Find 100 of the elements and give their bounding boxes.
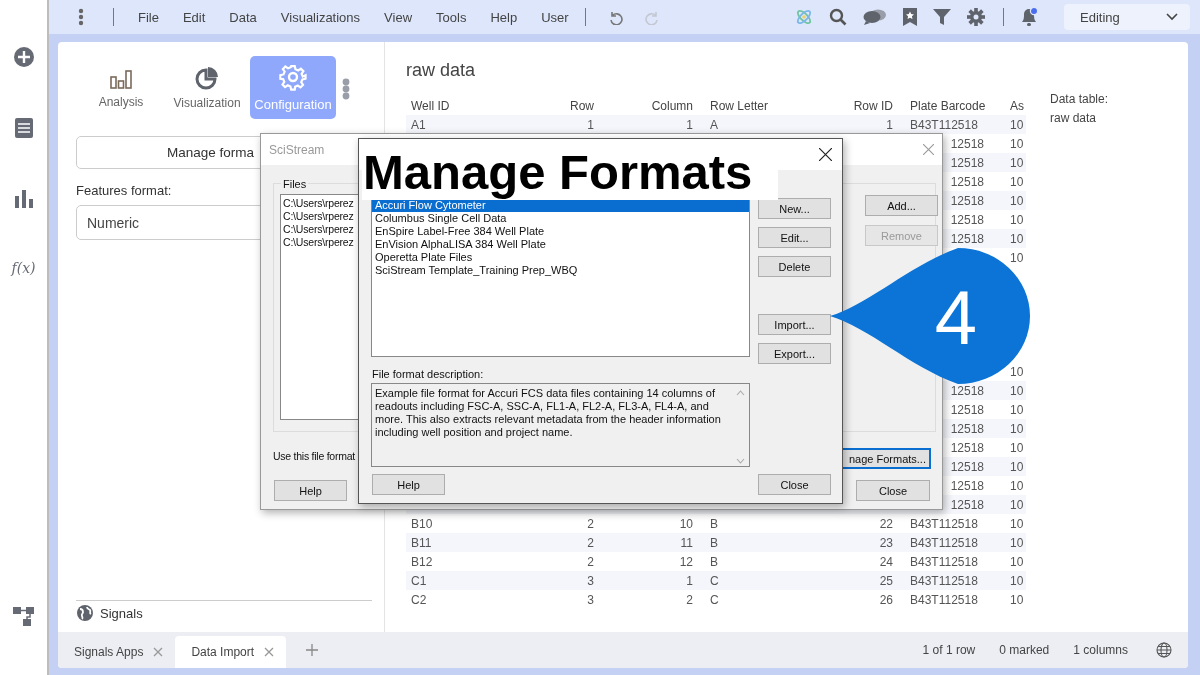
field-label: File format description: bbox=[372, 368, 484, 380]
table-cell: 11 bbox=[680, 535, 693, 550]
undo-icon[interactable] bbox=[607, 9, 624, 25]
help-button[interactable]: Help bbox=[372, 474, 445, 495]
format-item[interactable]: EnVision AlphaLISA 384 Well Plate bbox=[372, 238, 749, 251]
formats-list[interactable]: Accuri Flow Cytometer Columbus Single Cell Data EnSpire Label-Free 384 Well Plate EnVision AlphaLISA 384 Well Plate Operetta Plate Files SciStream Template_Training Prep_WBQ bbox=[371, 198, 750, 357]
table-cell: 12518 bbox=[950, 402, 984, 417]
menu-item[interactable]: User bbox=[541, 9, 569, 25]
document-tab[interactable]: Data Import bbox=[175, 636, 287, 668]
table-cell: 12518 bbox=[950, 193, 984, 208]
table-cell: 12518 bbox=[950, 136, 984, 151]
globe-icon[interactable] bbox=[76, 604, 94, 622]
table-cell: 12518 bbox=[950, 383, 984, 398]
status-text: 1 columns bbox=[1073, 643, 1128, 657]
column-header[interactable]: As bbox=[1010, 98, 1026, 113]
close-button[interactable]: Close bbox=[758, 474, 831, 495]
more-icon[interactable] bbox=[78, 8, 84, 26]
globe-icon[interactable] bbox=[1156, 642, 1172, 658]
format-item[interactable]: SciStream Template_Training Prep_WBQ bbox=[372, 264, 749, 277]
menu-item[interactable]: File bbox=[138, 9, 159, 25]
menu-item[interactable]: Tools bbox=[436, 9, 467, 25]
info-label: Data table: bbox=[1050, 92, 1109, 106]
column-header[interactable]: Column bbox=[594, 98, 693, 113]
table-cell: C1 bbox=[411, 573, 427, 588]
description-box[interactable]: Example file format for Accuri FCS data files containing 14 columns of readouts including FSC-A, SSC-A, FL1-A, FL2-A, FL3-A, FL4-A, and more. This also extracts relevant metadata from the header information including well position and project name. bbox=[371, 383, 750, 467]
format-item[interactable]: EnSpire Label-Free 384 Well Plate bbox=[372, 225, 749, 238]
table-cell: 10 bbox=[1010, 478, 1024, 493]
table-cell: B bbox=[710, 516, 718, 531]
info-value: raw data bbox=[1050, 111, 1098, 125]
chevron-down-icon[interactable] bbox=[1166, 13, 1178, 21]
mode-dropdown[interactable]: Editing bbox=[1064, 4, 1190, 30]
settings-icon[interactable] bbox=[967, 8, 985, 26]
table-cell: 10 bbox=[1010, 212, 1024, 227]
table-cell: B11 bbox=[411, 535, 432, 550]
table-cell: 26 bbox=[879, 592, 893, 607]
dialog-button[interactable]: Edit... bbox=[758, 227, 831, 248]
document-tab[interactable]: Signals Apps bbox=[58, 636, 176, 668]
column-header[interactable]: Row ID bbox=[833, 98, 893, 113]
format-item[interactable]: Columbus Single Cell Data bbox=[372, 212, 749, 225]
format-item[interactable]: Operetta Plate Files bbox=[372, 251, 749, 264]
help-button[interactable]: Help bbox=[274, 480, 347, 501]
table-cell: 12518 bbox=[950, 421, 984, 436]
list-icon[interactable] bbox=[14, 118, 33, 138]
table-cell: B43T112518 bbox=[910, 592, 978, 607]
table-cell: 10 bbox=[1010, 383, 1024, 398]
chat-icon[interactable] bbox=[863, 9, 887, 25]
menu-item[interactable]: View bbox=[384, 9, 413, 25]
notification-icon[interactable] bbox=[1020, 7, 1038, 27]
table-cell: B43T112518 bbox=[910, 573, 978, 588]
table-cell: 10 bbox=[1010, 440, 1024, 455]
table-cell: B43T112518 bbox=[910, 535, 978, 550]
table-cell: B bbox=[710, 554, 718, 569]
table-cell: 12 bbox=[679, 554, 693, 569]
table-cell: 12518 bbox=[950, 174, 984, 189]
table-cell: 10 bbox=[1010, 402, 1024, 417]
status-text: 1 of 1 row bbox=[922, 643, 976, 657]
table-cell: 10 bbox=[1010, 136, 1024, 151]
dialog-button[interactable]: Export... bbox=[758, 343, 831, 364]
close-icon[interactable] bbox=[819, 148, 832, 161]
table-cell: 25 bbox=[879, 573, 893, 588]
table-cell: 10 bbox=[1010, 592, 1024, 607]
table-cell: 10 bbox=[1010, 193, 1024, 208]
table-cell: B12 bbox=[411, 554, 433, 569]
menu-item[interactable]: Data bbox=[229, 9, 257, 25]
more-icon[interactable] bbox=[342, 78, 350, 100]
dialog-button[interactable]: Delete bbox=[758, 256, 831, 277]
filter-icon[interactable] bbox=[933, 8, 951, 26]
table-cell: 23 bbox=[879, 535, 893, 550]
column-header[interactable]: Plate Barcode bbox=[893, 98, 1010, 113]
formula-icon[interactable]: f(x) bbox=[11, 260, 36, 276]
panel-tab[interactable]: Analysis bbox=[78, 56, 164, 119]
dialog-button[interactable]: New... bbox=[758, 198, 831, 219]
table-cell: 1 bbox=[686, 117, 693, 132]
add-icon[interactable] bbox=[12, 46, 35, 68]
column-header[interactable]: Row bbox=[559, 98, 594, 113]
dialog-button[interactable]: Import... bbox=[758, 314, 831, 335]
table-cell: 10 bbox=[1010, 421, 1024, 436]
add-tab-icon[interactable] bbox=[306, 644, 319, 656]
table-cell: 10 bbox=[1010, 535, 1024, 550]
dialog-button[interactable]: Add... bbox=[865, 195, 938, 216]
panel-tab[interactable]: Visualization bbox=[164, 56, 250, 119]
menu-item[interactable]: Visualizations bbox=[280, 9, 361, 25]
table-cell: 10 bbox=[1010, 155, 1024, 170]
table-cell: 1 bbox=[886, 117, 893, 132]
field-label: Features format: bbox=[76, 183, 172, 198]
bookmark-icon[interactable] bbox=[903, 8, 917, 26]
table-cell: 12518 bbox=[950, 155, 984, 170]
menu-item[interactable]: Edit bbox=[182, 9, 206, 25]
signals-link[interactable]: Signals bbox=[100, 605, 143, 621]
table-cell: 12518 bbox=[950, 440, 984, 455]
search-icon[interactable] bbox=[829, 8, 847, 26]
column-header[interactable]: Well ID bbox=[406, 98, 559, 113]
scrollbar-icon[interactable] bbox=[736, 387, 745, 467]
close-button[interactable]: Close bbox=[856, 480, 930, 501]
menu-item[interactable]: Help bbox=[490, 9, 518, 25]
pie-chart-icon[interactable] bbox=[195, 65, 219, 90]
bar-chart-icon[interactable] bbox=[14, 190, 33, 208]
table-cell: 12518 bbox=[950, 478, 984, 493]
hierarchy-icon[interactable] bbox=[12, 607, 35, 627]
column-header[interactable]: Row Letter bbox=[693, 98, 833, 113]
